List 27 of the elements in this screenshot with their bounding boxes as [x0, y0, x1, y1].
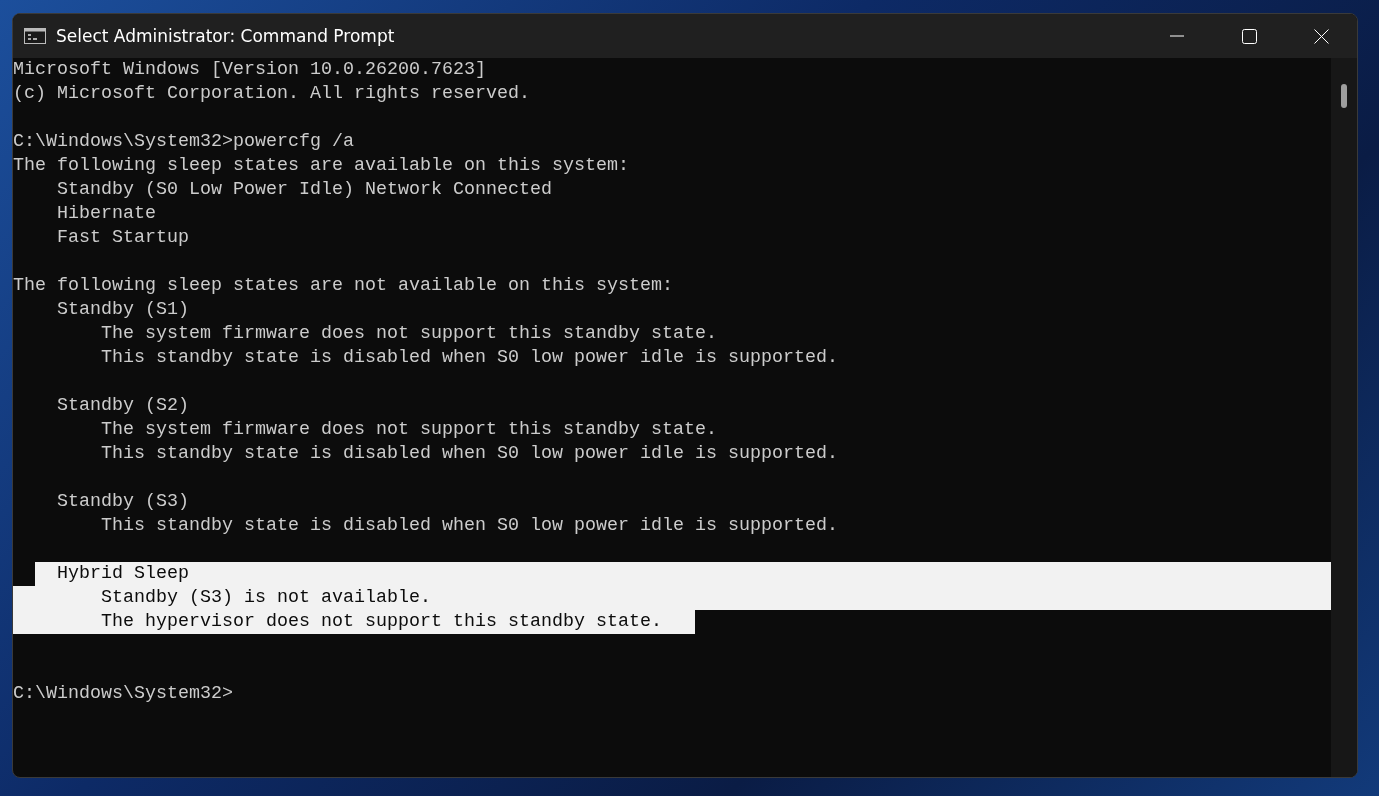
console-line: The following sleep states are not available on this system:: [13, 275, 673, 296]
window-title: Select Administrator: Command Prompt: [56, 26, 396, 46]
maximize-icon: [1241, 28, 1257, 44]
console-line: Standby (S3): [56, 491, 189, 512]
console-line: Standby (S1): [56, 299, 189, 320]
console-line: This standby state is disabled when S0 low power idle is supported.: [100, 347, 838, 368]
console-line: The system firmware does not support this standby state.: [100, 419, 717, 440]
console-line: Hybrid Sleep: [56, 563, 189, 584]
console-line: C:\Windows\System32>powercfg /a: [13, 131, 354, 152]
console-line: The hypervisor does not support this standby state.: [100, 611, 662, 632]
console-line: C:\Windows\System32>: [13, 683, 233, 704]
console-line: The system firmware does not support this standby state.: [100, 323, 717, 344]
console-line: Hibernate: [56, 203, 156, 224]
console-line: This standby state is disabled when S0 low power idle is supported.: [100, 443, 838, 464]
scrollbar[interactable]: [1331, 58, 1357, 777]
scrollbar-thumb[interactable]: [1341, 84, 1347, 108]
console-line: Standby (S3) is not available.: [100, 587, 431, 608]
console-line: This standby state is disabled when S0 low power idle is supported.: [100, 515, 838, 536]
close-icon: [1313, 28, 1329, 44]
minimize-icon: [1170, 35, 1184, 37]
console-line: Standby (S0 Low Power Idle) Network Connected: [56, 179, 552, 200]
terminal-icon: [24, 28, 46, 44]
console-line: Microsoft Windows [Version 10.0.26200.7623]: [13, 59, 486, 80]
console-line: Fast Startup: [56, 227, 189, 248]
console-line: (c) Microsoft Corporation. All rights reserved.: [13, 83, 530, 104]
console-line: Standby (S2): [56, 395, 189, 416]
console-line: The following sleep states are available on this system:: [13, 155, 629, 176]
